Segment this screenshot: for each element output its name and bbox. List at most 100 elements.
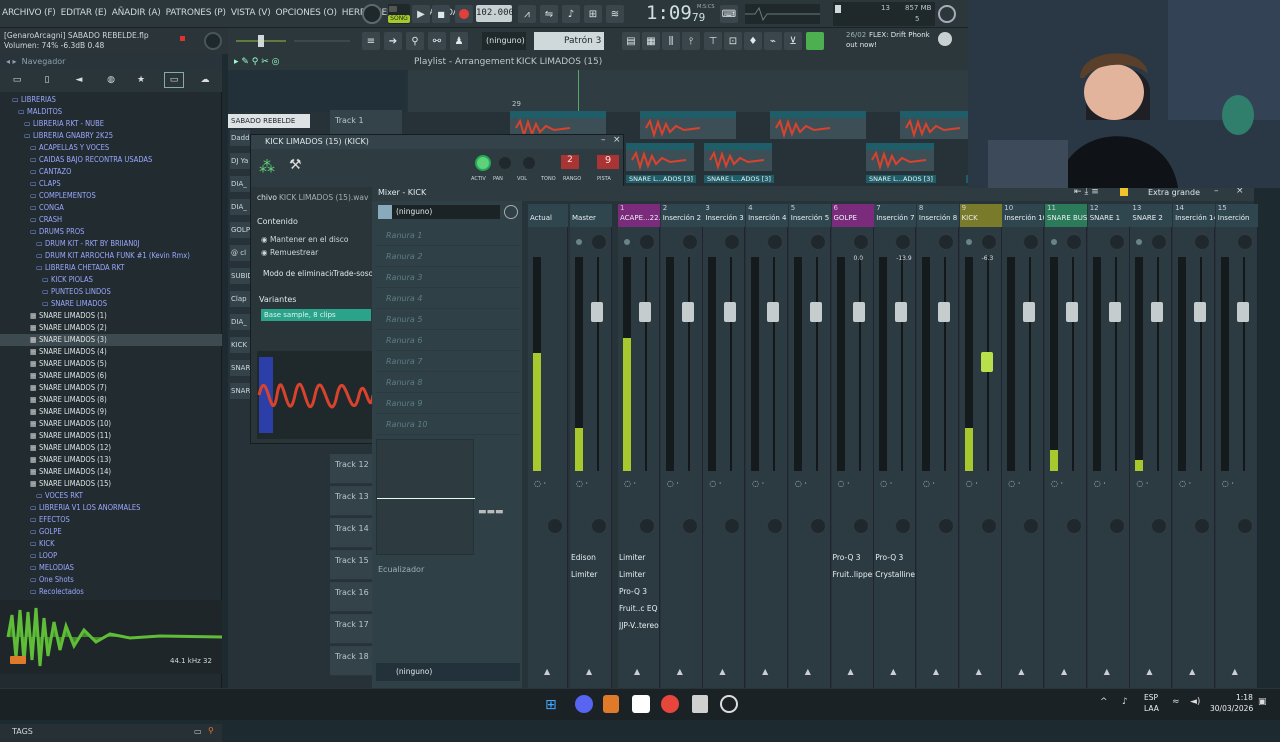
mic-icon[interactable]: ♦ <box>744 32 762 50</box>
routing-icon[interactable]: ◌ · <box>709 479 721 488</box>
routing-icon[interactable]: ◌ · <box>795 479 807 488</box>
browser-item[interactable]: ▦ SNARE LIMADOS (12) <box>0 442 222 454</box>
routing-icon[interactable]: ◌ · <box>624 479 636 488</box>
route-arrow-icon[interactable]: ▲ <box>544 667 550 676</box>
routing-icon[interactable]: ◌ · <box>1179 479 1191 488</box>
routing-icon[interactable]: ◌ · <box>1051 479 1063 488</box>
menu-item-3[interactable]: PATRONES (P) <box>166 8 226 18</box>
channel-button[interactable]: SUBID <box>230 268 250 284</box>
mixer-strip[interactable]: 14 Inserción 14 ◌ · ▲ <box>1173 204 1216 688</box>
calculator-icon[interactable] <box>692 695 708 713</box>
stereo-knob[interactable] <box>1193 517 1212 535</box>
blend-notes-button[interactable]: ≋ <box>606 5 624 23</box>
pan-knob[interactable] <box>1022 233 1041 251</box>
browser-item[interactable]: ▦ SNARE LIMADOS (5) <box>0 358 222 370</box>
browser-item[interactable]: ▦ SNARE LIMADOS (15) <box>0 478 222 490</box>
notification-icon[interactable]: ▣ <box>1258 697 1267 707</box>
pan-knob[interactable] <box>851 233 870 251</box>
stereo-knob[interactable] <box>1022 517 1041 535</box>
playlist-clip[interactable]: SNARE L...ADOS [3] <box>704 175 774 183</box>
clock-date[interactable]: 30/03/2026 <box>1210 704 1253 713</box>
route-arrow-icon[interactable]: ▲ <box>586 667 592 676</box>
news-text-2[interactable]: out now! <box>846 41 877 49</box>
fader-cap[interactable] <box>1236 302 1249 322</box>
routing-icon[interactable]: ◌ · <box>534 479 546 488</box>
stereo-knob[interactable] <box>808 517 827 535</box>
fader-track[interactable] <box>1072 257 1074 471</box>
browser-item[interactable]: ▭ VOCES RKT <box>0 490 222 502</box>
volume-icon[interactable]: ◄) <box>1190 697 1200 707</box>
mixer-slot[interactable]: Ranura 6 <box>376 330 520 351</box>
song-time[interactable]: 1:09 <box>646 2 692 24</box>
browser-item[interactable]: ▭ DRUMS PROS <box>0 226 222 238</box>
stop-button[interactable]: ■ <box>432 5 450 23</box>
browser-item[interactable]: ▭ KICK PIOLAS <box>0 274 222 286</box>
route-arrow-icon[interactable]: ▲ <box>1232 667 1238 676</box>
mixer-strip[interactable]: 6 GOLPE 0.0 ◌ · Pro-Q 3 Fruit..lipper ▲ <box>831 204 874 688</box>
record-button[interactable] <box>455 5 473 23</box>
browser-item[interactable]: ▦ SNARE LIMADOS (3) <box>0 334 222 346</box>
browser-item[interactable]: ▦ SNARE LIMADOS (1) <box>0 310 222 322</box>
mixer-strip[interactable]: 15 Inserción ◌ · ▲ <box>1215 204 1258 688</box>
remove-mode-value[interactable]: Trade-soso <box>333 269 374 278</box>
route-arrow-icon[interactable]: ▲ <box>1018 667 1024 676</box>
stereo-knob[interactable] <box>680 517 699 535</box>
browser-item[interactable]: ▭ PUNTEOS LINDOS <box>0 286 222 298</box>
channel-knob[interactable] <box>521 155 537 171</box>
volume-slider-handle[interactable] <box>258 35 264 47</box>
fader-cap[interactable] <box>681 302 694 322</box>
mixer-slot[interactable]: Ranura 2 <box>376 246 520 267</box>
routing-icon[interactable]: ◌ · <box>966 479 978 488</box>
track-value[interactable]: 9 <box>597 155 619 169</box>
fl-studio-icon[interactable] <box>603 695 619 713</box>
playlist-clip[interactable]: SNARE LI...05 [11] <box>704 143 772 171</box>
channel-button[interactable]: Dadd <box>230 130 250 146</box>
channel-button[interactable]: Clap <box>230 291 250 307</box>
fx-slot[interactable]: Edison <box>571 553 611 562</box>
browser-item[interactable]: ▭ LIBRERIA GNABRY 2K25 <box>0 130 222 142</box>
browser-item[interactable]: ▭ SNARE LIMADOS <box>0 298 222 310</box>
countdown-button[interactable]: ♪ <box>562 5 580 23</box>
fx-slot[interactable]: Fruit..c EQ 2 <box>619 604 659 613</box>
range-value[interactable]: 2 <box>561 155 579 169</box>
browser-item[interactable]: ▭ One Shots <box>0 574 222 586</box>
stereo-knob[interactable] <box>1235 517 1254 535</box>
link-icon[interactable]: ⚯ <box>428 32 446 50</box>
browser-item[interactable]: ▭ CRASH <box>0 214 222 226</box>
fader-track[interactable] <box>858 257 861 471</box>
mixer-tools-icon[interactable]: ⇤ ⤓ ≡ <box>1074 187 1099 197</box>
mixer-strip[interactable]: 3 Inserción 3 ◌ · ▲ <box>703 204 746 688</box>
plugin-database-icon[interactable]: ⊡ <box>724 32 742 50</box>
lang1[interactable]: ESP <box>1144 693 1158 702</box>
mixer-color-icon[interactable] <box>1120 188 1128 196</box>
fader-track[interactable] <box>1157 257 1160 471</box>
folder-icon[interactable]: ▭ <box>10 73 24 87</box>
browser-item[interactable]: ▭ LOOP <box>0 550 222 562</box>
fader-cap[interactable] <box>591 302 603 322</box>
folder-open-icon[interactable]: ▭ <box>164 72 184 88</box>
stereo-knob[interactable] <box>936 517 955 535</box>
fader-track[interactable] <box>645 257 647 471</box>
stereo-knob[interactable] <box>979 517 998 535</box>
typing-keyboard-button[interactable]: ⌨ <box>720 5 738 23</box>
fader-track[interactable] <box>1114 257 1117 471</box>
pan-knob[interactable] <box>1107 233 1126 251</box>
stereo-knob[interactable] <box>1150 517 1169 535</box>
wifi-icon[interactable]: ≈ <box>1172 697 1180 707</box>
speaker-icon[interactable]: ◄ <box>72 73 86 87</box>
pan-knob[interactable] <box>680 233 699 251</box>
pan-knob[interactable] <box>723 233 742 251</box>
pattern-selector[interactable]: (ninguno) <box>482 32 526 50</box>
fx-slot[interactable]: Limiter <box>619 553 659 562</box>
mixer-slot[interactable]: Ranura 4 <box>376 288 520 309</box>
lang2[interactable]: LAA <box>1144 704 1159 713</box>
browser-item[interactable]: ▦ SNARE LIMADOS (9) <box>0 406 222 418</box>
mixer-strip[interactable]: Master ◌ · Edison Limiter ▲ <box>570 204 612 688</box>
pan-knob[interactable] <box>638 233 656 251</box>
eq-faders[interactable]: ▬▬▬ <box>478 507 520 517</box>
mixer-strip[interactable]: 12 SNARE 1 ◌ · ▲ <box>1087 204 1130 688</box>
fader-icon[interactable]: ⫯ <box>682 32 700 50</box>
fader-cap[interactable] <box>1066 302 1078 322</box>
route-arrow-icon[interactable]: ▲ <box>677 667 683 676</box>
browser-item[interactable]: ▭ COMPLEMENTOS <box>0 190 222 202</box>
